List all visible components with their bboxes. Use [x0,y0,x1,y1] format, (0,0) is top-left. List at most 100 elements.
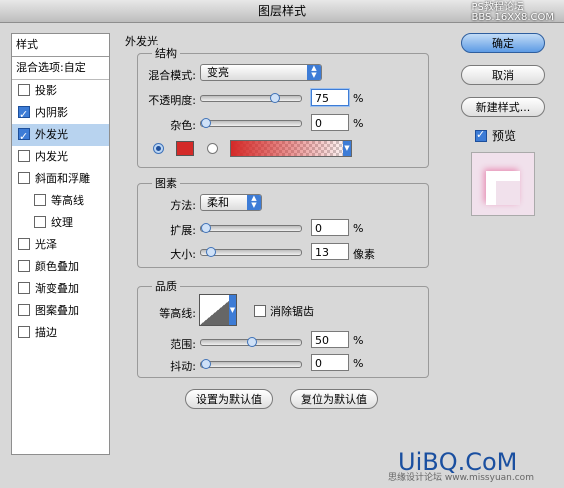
size-input[interactable]: 13 [311,243,349,260]
style-checkbox[interactable] [18,238,30,250]
blending-options-item[interactable]: 混合选项:自定 [12,57,109,80]
technique-label: 方法: [170,199,196,212]
noise-input[interactable]: 0 [311,114,349,131]
jitter-slider[interactable] [200,359,302,369]
style-item[interactable]: 颜色叠加 [12,256,109,278]
range-label: 范围: [170,338,196,351]
glow-color-swatch[interactable] [176,141,194,156]
style-items: 投影内阴影外发光内发光斜面和浮雕等高线纹理光泽颜色叠加渐变叠加图案叠加描边 [12,80,109,344]
preview-label: 预览 [492,129,517,143]
contour-label: 等高线: [159,307,196,320]
quality-title: 品质 [152,278,180,294]
styles-header[interactable]: 样式 [12,34,109,57]
preview-shape [486,171,520,205]
style-checkbox[interactable] [34,216,46,228]
ok-button[interactable]: 确定 [461,33,545,53]
range-slider[interactable] [200,337,302,347]
noise-label: 杂色: [170,119,196,132]
style-item-label: 投影 [35,84,57,97]
style-item-label: 内阴影 [35,106,68,119]
contour-picker[interactable]: ▼ [199,294,237,326]
contour-dropdown-icon[interactable]: ▼ [229,295,236,325]
style-checkbox[interactable] [18,104,30,126]
noise-slider-knob[interactable] [201,118,211,128]
style-item-label: 颜色叠加 [35,260,79,273]
size-label: 大小: [170,248,196,261]
style-checkbox[interactable] [34,194,46,206]
reset-default-button[interactable]: 复位为默认值 [290,389,378,409]
new-style-button[interactable]: 新建样式... [461,97,545,117]
blend-mode-value: 变亮 [207,66,229,79]
blend-mode-label: 混合模式: [148,69,196,82]
opacity-input[interactable]: 75 [311,89,349,106]
style-item-label: 等高线 [51,194,84,207]
technique-select[interactable]: 柔和 ▲ ▼ [200,194,262,211]
preview-checkbox[interactable]: 预览 [475,127,516,144]
spread-label: 扩展: [170,224,196,237]
gradient-radio[interactable] [207,143,218,154]
style-item[interactable]: 斜面和浮雕 [12,168,109,190]
make-default-button[interactable]: 设置为默认值 [185,389,273,409]
styles-list-panel: 样式 混合选项:自定 投影内阴影外发光内发光斜面和浮雕等高线纹理光泽颜色叠加渐变… [11,33,110,455]
opacity-slider[interactable] [200,93,302,103]
range-unit: % [353,334,364,347]
spread-input[interactable]: 0 [311,219,349,236]
style-item-label: 纹理 [51,216,73,229]
watermark-top: PS教程论坛 BBS.16XX8.COM [471,2,554,23]
range-input[interactable]: 50 [311,331,349,348]
solid-color-radio[interactable] [153,143,164,154]
style-item-label: 图案叠加 [35,304,79,317]
style-item-label: 斜面和浮雕 [35,172,90,185]
style-checkbox[interactable] [18,282,30,294]
style-checkbox[interactable] [18,126,30,148]
size-slider-knob[interactable] [205,247,216,257]
jitter-slider-knob[interactable] [201,359,211,369]
style-item-label: 外发光 [35,128,68,141]
style-item[interactable]: 光泽 [12,234,109,256]
antialias-checkbox[interactable]: 消除锯齿 [254,303,314,319]
style-checkbox[interactable] [18,172,30,184]
size-slider[interactable] [200,247,302,257]
opacity-label: 不透明度: [148,94,196,107]
jitter-input[interactable]: 0 [311,354,349,371]
style-item-label: 光泽 [35,238,57,251]
window-title: 图层样式 [257,4,306,18]
spread-unit: % [353,222,364,235]
style-item[interactable]: 内阴影 [12,102,109,126]
select-arrows-icon: ▲ ▼ [307,65,321,80]
style-item-label: 描边 [35,326,57,339]
style-item[interactable]: 描边 [12,322,109,344]
antialias-checkbox-box[interactable] [254,305,266,317]
watermark-bottom: UiBQ.CoM [398,448,518,476]
antialias-label: 消除锯齿 [270,305,314,318]
noise-unit: % [353,117,364,130]
opacity-slider-knob[interactable] [270,93,280,103]
gradient-dropdown-icon[interactable]: ▼ [343,141,351,156]
style-item[interactable]: 投影 [12,80,109,102]
jitter-label: 抖动: [170,360,196,373]
style-checkbox[interactable] [18,326,30,338]
gradient-picker[interactable]: ▼ [230,140,352,157]
preview-checkbox-box[interactable] [475,128,487,142]
style-item[interactable]: 外发光 [12,124,109,148]
blend-mode-select[interactable]: 变亮 ▲ ▼ [200,64,322,81]
style-item-label: 渐变叠加 [35,282,79,295]
style-checkbox[interactable] [18,150,30,162]
style-checkbox[interactable] [18,84,30,96]
noise-slider[interactable] [200,118,302,128]
elements-title: 图素 [152,175,180,191]
style-item[interactable]: 等高线 [12,190,109,212]
spread-slider-knob[interactable] [201,223,211,233]
style-item[interactable]: 纹理 [12,212,109,234]
cancel-button[interactable]: 取消 [461,65,545,85]
technique-value: 柔和 [207,196,229,209]
opacity-unit: % [353,92,364,105]
style-checkbox[interactable] [18,260,30,272]
spread-slider[interactable] [200,223,302,233]
style-checkbox[interactable] [18,304,30,316]
jitter-unit: % [353,357,364,370]
range-slider-knob[interactable] [247,337,257,347]
style-item[interactable]: 渐变叠加 [12,278,109,300]
style-item[interactable]: 内发光 [12,146,109,168]
style-item[interactable]: 图案叠加 [12,300,109,322]
